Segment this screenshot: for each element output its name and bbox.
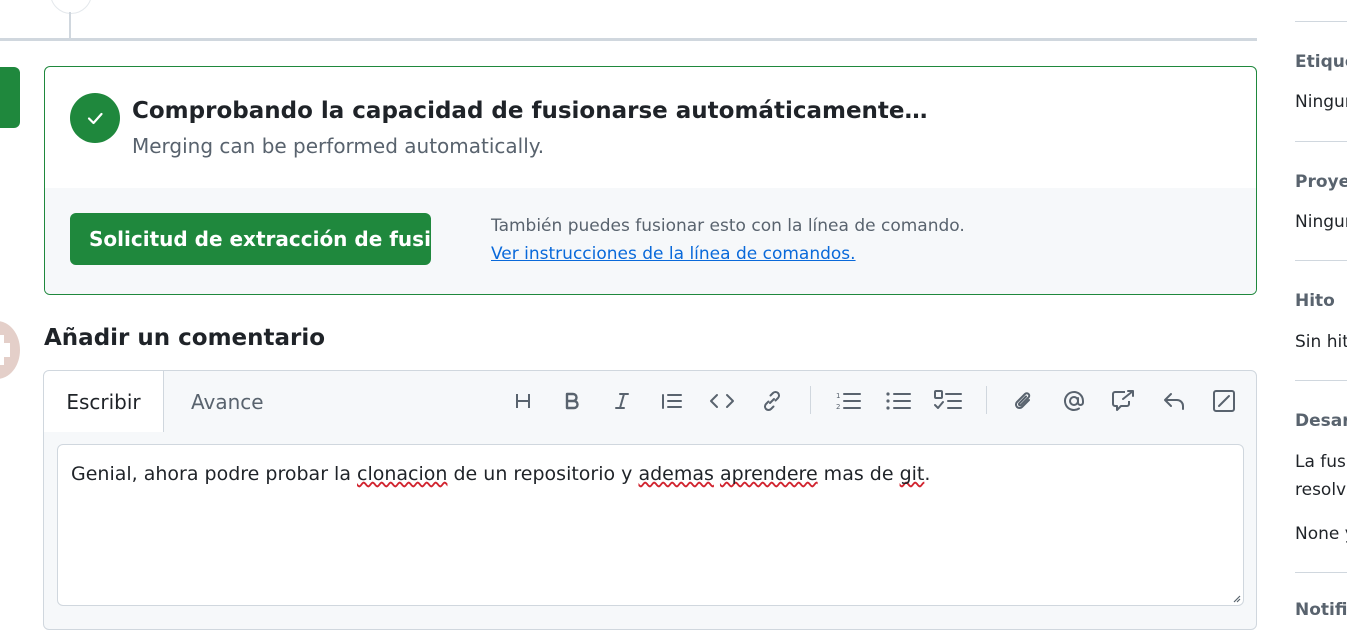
merge-status-title: Comprobando la capacidad de fusionarse a… <box>132 98 928 124</box>
merge-status-subtitle: Merging can be performed automatically. <box>132 134 545 158</box>
sidebar: Etiquetas Ninguno Proyectos Ninguno Hito… <box>1280 0 1347 615</box>
merge-action-section: Solicitud de extracción de fusión Tambié… <box>45 188 1256 294</box>
sidebar-labels-title[interactable]: Etiquetas <box>1295 52 1347 72</box>
avatar[interactable] <box>0 321 20 379</box>
svg-text:2: 2 <box>836 403 840 411</box>
resize-handle-icon[interactable] <box>1231 593 1241 603</box>
reply-icon[interactable] <box>1158 385 1190 417</box>
sidebar-milestone-title[interactable]: Hito <box>1295 291 1335 311</box>
toolbar-divider <box>810 386 811 414</box>
sidebar-divider <box>1295 141 1347 142</box>
sidebar-development-text: resolver <box>1295 480 1347 500</box>
merge-box: Comprobando la capacidad de fusionarse a… <box>44 66 1257 295</box>
sidebar-projects-value: Ninguno <box>1295 212 1347 232</box>
cross-reference-icon[interactable] <box>1108 385 1140 417</box>
add-comment-heading: Añadir un comentario <box>44 325 326 351</box>
tab-write[interactable]: Escribir <box>44 371 164 432</box>
check-circle-icon <box>70 93 120 143</box>
sidebar-divider <box>1295 260 1347 261</box>
sidebar-projects-title[interactable]: Proyectos <box>1295 172 1347 192</box>
tab-preview[interactable]: Avance <box>191 390 264 414</box>
sidebar-labels-value: Ninguno <box>1295 92 1347 112</box>
git-merge-icon <box>0 89 6 107</box>
command-line-instructions-link[interactable]: Ver instrucciones de la línea de comando… <box>491 244 856 264</box>
comment-editor: Escribir Avance 12 Genial, ahora podre p… <box>43 370 1257 630</box>
sidebar-divider <box>1295 572 1347 573</box>
timeline-divider <box>0 38 1257 41</box>
merge-pull-request-button[interactable]: Solicitud de extracción de fusión <box>70 213 431 265</box>
sidebar-divider <box>1295 21 1347 22</box>
task-list-icon[interactable] <box>932 385 964 417</box>
heading-icon[interactable] <box>507 385 539 417</box>
mention-icon[interactable] <box>1058 385 1090 417</box>
italic-icon[interactable] <box>606 385 638 417</box>
timeline-connector <box>69 12 71 38</box>
sidebar-divider <box>1295 380 1347 381</box>
comment-textarea[interactable]: Genial, ahora podre probar la clonacion … <box>57 444 1244 606</box>
sidebar-development-text: La fusión <box>1295 452 1347 472</box>
comment-text[interactable]: Genial, ahora podre probar la clonacion … <box>71 463 930 485</box>
ordered-list-icon[interactable]: 12 <box>832 385 864 417</box>
unordered-list-icon[interactable] <box>882 385 914 417</box>
attach-icon[interactable] <box>1008 385 1040 417</box>
sidebar-development-text: None y <box>1295 524 1347 544</box>
toolbar-divider <box>986 386 987 414</box>
svg-text:1: 1 <box>836 392 840 400</box>
fullscreen-icon[interactable] <box>1208 385 1240 417</box>
quote-icon[interactable] <box>656 385 688 417</box>
timeline-avatar <box>50 0 92 14</box>
sidebar-notifications-title[interactable]: Notificaciones <box>1295 600 1347 615</box>
sidebar-development-title[interactable]: Desarrollo <box>1295 411 1347 431</box>
sidebar-milestone-value: Sin hito <box>1295 332 1347 352</box>
code-icon[interactable] <box>706 385 738 417</box>
merge-button-group: Solicitud de extracción de fusión <box>70 213 431 265</box>
merge-badge <box>0 67 20 128</box>
merge-status-section: Comprobando la capacidad de fusionarse a… <box>45 67 1256 189</box>
bold-icon[interactable] <box>556 385 588 417</box>
command-line-hint: También puedes fusionar esto con la líne… <box>491 216 965 236</box>
link-icon[interactable] <box>756 385 788 417</box>
